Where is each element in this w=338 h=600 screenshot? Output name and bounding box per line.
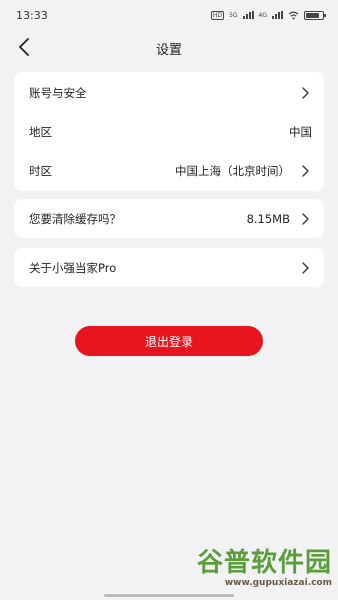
chevron-right-icon bbox=[302, 164, 309, 177]
network-label-1: 5G bbox=[229, 11, 238, 19]
logout-button[interactable]: 退出登录 bbox=[75, 326, 263, 356]
cache-size-value: 8.15MB bbox=[246, 211, 290, 226]
about-row[interactable]: 关于小强当家Pro bbox=[14, 248, 324, 287]
region-value: 中国 bbox=[289, 124, 312, 139]
timezone-label: 时区 bbox=[29, 163, 52, 178]
timezone-row[interactable]: 时区 中国上海（北京时间） bbox=[14, 151, 324, 190]
clear-cache-label: 您要清除缓存吗？ bbox=[29, 211, 121, 226]
cache-card: 您要清除缓存吗？ 8.15MB bbox=[14, 199, 324, 238]
account-settings-card: 账号与安全 地区 中国 时区 中国上海（北京时间） bbox=[14, 72, 324, 191]
status-icons: HD 5G 4G bbox=[210, 10, 326, 20]
watermark-url: www.gupuxiazai.com bbox=[224, 578, 332, 588]
watermark-name: 谷普软件园 bbox=[196, 548, 332, 578]
watermark-logo: 谷普软件园 www.gupuxiazai.com bbox=[182, 548, 332, 594]
status-time: 13:33 bbox=[16, 8, 48, 22]
nav-bar: 设置 bbox=[0, 30, 338, 64]
region-label: 地区 bbox=[29, 124, 52, 139]
about-label: 关于小强当家Pro bbox=[29, 260, 117, 275]
account-security-label: 账号与安全 bbox=[29, 85, 87, 100]
wifi-icon bbox=[288, 11, 299, 20]
network-label-2: 4G bbox=[258, 11, 267, 19]
clear-cache-row[interactable]: 您要清除缓存吗？ 8.15MB bbox=[14, 199, 324, 238]
chevron-right-icon bbox=[302, 261, 309, 274]
signal-icon-2 bbox=[272, 11, 283, 19]
region-row: 地区 中国 bbox=[14, 112, 324, 151]
timezone-value: 中国上海（北京时间） bbox=[175, 163, 290, 178]
hd-icon: HD bbox=[210, 10, 225, 20]
status-bar: 13:33 HD 5G 4G bbox=[0, 0, 338, 30]
account-security-row[interactable]: 账号与安全 bbox=[14, 73, 324, 112]
chevron-right-icon bbox=[302, 86, 309, 99]
signal-icon-1 bbox=[242, 11, 254, 19]
battery-icon bbox=[304, 10, 326, 20]
home-indicator[interactable] bbox=[104, 594, 234, 597]
page-title: 设置 bbox=[155, 43, 182, 58]
chevron-right-icon bbox=[302, 212, 309, 225]
about-card: 关于小强当家Pro bbox=[14, 248, 324, 287]
